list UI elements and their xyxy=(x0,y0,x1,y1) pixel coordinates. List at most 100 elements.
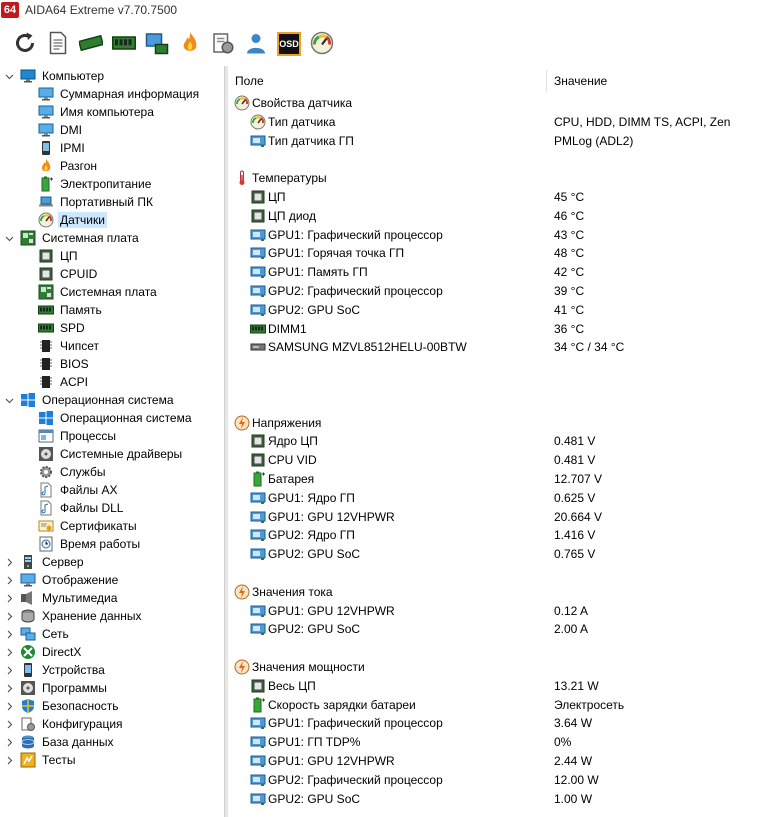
sensor-row[interactable]: GPU2: Графический процессор 39 °C xyxy=(250,282,750,300)
tree-item[interactable]: Портативный ПК xyxy=(38,193,155,211)
tree-item[interactable]: Датчики xyxy=(38,211,107,229)
tree-item[interactable]: Системные драйверы xyxy=(38,445,184,463)
tree-item[interactable]: Суммарная информация xyxy=(38,85,201,103)
tree-item[interactable]: Время работы xyxy=(38,535,142,553)
tree-item[interactable]: Имя компьютера xyxy=(38,103,156,121)
system-config-button[interactable] xyxy=(210,31,236,57)
sensor-group-header[interactable]: Свойства датчика xyxy=(234,94,352,112)
sensor-group-header[interactable]: Значения мощности xyxy=(234,658,365,676)
flame-button[interactable] xyxy=(177,31,203,57)
tree-item[interactable]: База данных xyxy=(4,733,115,751)
tree-item[interactable]: IPMI xyxy=(38,139,87,157)
sensor-detail-list[interactable]: Поле Значение Свойства датчика Тип датчик… xyxy=(228,66,759,817)
sensor-row[interactable]: GPU1: Ядро ГП 0.625 V xyxy=(250,489,750,507)
sensor-group-header[interactable]: Напряжения xyxy=(234,414,321,432)
navigation-tree[interactable]: Компьютер Суммарная информация Имя компьют… xyxy=(0,66,224,817)
tree-item[interactable]: Программы xyxy=(4,679,109,697)
expand-chevron-icon[interactable] xyxy=(4,661,14,679)
sensor-row[interactable]: GPU2: GPU SoC 41 °C xyxy=(250,301,750,319)
osd-button[interactable]: OSD xyxy=(276,31,302,57)
expand-chevron-icon[interactable] xyxy=(4,643,14,661)
sensor-row[interactable]: CPU VID 0.481 V xyxy=(250,451,750,469)
tree-item[interactable]: SPD xyxy=(38,319,87,337)
sensor-row[interactable]: GPU1: GPU 12VHPWR 0.12 A xyxy=(250,602,750,620)
refresh-button[interactable] xyxy=(12,31,38,57)
expand-chevron-icon[interactable] xyxy=(4,679,14,697)
tree-item[interactable]: Системная плата xyxy=(4,229,141,247)
sensor-row[interactable]: SAMSUNG MZVL8512HELU-00BTW 34 °C / 34 °C xyxy=(250,338,750,356)
tree-item[interactable]: CPUID xyxy=(38,265,99,283)
tree-item[interactable]: Файлы AX xyxy=(38,481,119,499)
memory-chip-button[interactable] xyxy=(111,31,137,57)
tree-item[interactable]: Службы xyxy=(38,463,107,481)
tree-item[interactable]: Тесты xyxy=(4,751,77,769)
expand-chevron-icon[interactable] xyxy=(4,733,14,751)
memory-module-button[interactable] xyxy=(78,31,104,57)
sensor-row[interactable]: GPU2: GPU SoC 2.00 A xyxy=(250,620,750,638)
tree-item[interactable]: Электропитание xyxy=(38,175,153,193)
tree-item[interactable]: Безопасность xyxy=(4,697,121,715)
tree-item[interactable]: ACPI xyxy=(38,373,90,391)
expand-chevron-icon[interactable] xyxy=(4,607,14,625)
network-audit-button[interactable] xyxy=(144,31,170,57)
expand-chevron-icon[interactable] xyxy=(4,715,14,733)
sensor-row[interactable]: Ядро ЦП 0.481 V xyxy=(250,432,750,450)
report-button[interactable] xyxy=(45,31,71,57)
sensor-row[interactable]: GPU1: ГП TDP% 0% xyxy=(250,733,750,751)
sensor-row[interactable]: ЦП 45 °C xyxy=(250,188,750,206)
sensor-group-header[interactable]: Значения тока xyxy=(234,583,333,601)
tree-item[interactable]: Операционная система xyxy=(4,391,176,409)
sensor-row[interactable]: Весь ЦП 13.21 W xyxy=(250,677,750,695)
sensor-row[interactable]: GPU1: Горячая точка ГП 48 °C xyxy=(250,244,750,262)
expand-chevron-icon[interactable] xyxy=(4,571,14,589)
expand-chevron-icon[interactable] xyxy=(4,697,14,715)
tree-item[interactable]: DMI xyxy=(38,121,84,139)
sensor-row[interactable]: Тип датчика CPU, HDD, DIMM TS, ACPI, Zen xyxy=(250,113,750,131)
column-header-field[interactable]: Поле xyxy=(235,72,264,90)
sensor-row[interactable]: GPU1: Графический процессор 3.64 W xyxy=(250,714,750,732)
tree-item[interactable]: BIOS xyxy=(38,355,91,373)
tree-item[interactable]: Сеть xyxy=(4,625,71,643)
expand-chevron-icon[interactable] xyxy=(4,553,14,571)
sensor-row[interactable]: Батарея 12.707 V xyxy=(250,470,750,488)
tree-item[interactable]: DirectX xyxy=(4,643,83,661)
tree-item[interactable]: Сервер xyxy=(4,553,86,571)
tree-item[interactable]: ЦП xyxy=(38,247,80,265)
tree-item[interactable]: Операционная система xyxy=(38,409,194,427)
gauge-button[interactable] xyxy=(309,31,335,57)
expand-chevron-icon[interactable] xyxy=(4,589,14,607)
tree-item[interactable]: Мультимедиа xyxy=(4,589,119,607)
tree-item[interactable]: Файлы DLL xyxy=(38,499,125,517)
sensor-row[interactable]: GPU1: GPU 12VHPWR 2.44 W xyxy=(250,752,750,770)
column-header-value[interactable]: Значение xyxy=(554,72,607,90)
sensor-row[interactable]: GPU2: GPU SoC 1.00 W xyxy=(250,790,750,808)
sensor-row[interactable]: ЦП диод 46 °C xyxy=(250,207,750,225)
collapse-chevron-icon[interactable] xyxy=(4,67,14,85)
sensor-row[interactable]: GPU2: Ядро ГП 1.416 V xyxy=(250,526,750,544)
collapse-chevron-icon[interactable] xyxy=(4,391,14,409)
tree-item[interactable]: Чипсет xyxy=(38,337,101,355)
sensor-row[interactable]: GPU1: Память ГП 42 °C xyxy=(250,263,750,281)
sensor-row[interactable]: GPU2: Графический процессор 12.00 W xyxy=(250,771,750,789)
collapse-chevron-icon[interactable] xyxy=(4,229,14,247)
tree-item[interactable]: Память xyxy=(38,301,104,319)
tree-item[interactable]: Компьютер xyxy=(4,67,106,85)
tree-item[interactable]: Системная плата xyxy=(38,283,159,301)
sensor-row[interactable]: GPU1: Графический процессор 43 °C xyxy=(250,226,750,244)
tree-item[interactable]: Устройства xyxy=(4,661,107,679)
tree-item[interactable]: Конфигурация xyxy=(4,715,125,733)
sensor-group-header[interactable]: Температуры xyxy=(234,169,327,187)
tree-item[interactable]: Разгон xyxy=(38,157,99,175)
expand-chevron-icon[interactable] xyxy=(4,625,14,643)
user-button[interactable] xyxy=(243,31,269,57)
tree-item[interactable]: Процессы xyxy=(38,427,118,445)
column-separator[interactable] xyxy=(546,70,547,92)
sensor-row[interactable]: Скорость зарядки батареи Электросеть xyxy=(250,696,750,714)
sensor-row[interactable]: GPU2: GPU SoC 0.765 V xyxy=(250,545,750,563)
sensor-row[interactable]: Тип датчика ГП PMLog (ADL2) xyxy=(250,132,750,150)
expand-chevron-icon[interactable] xyxy=(4,751,14,769)
tree-item[interactable]: Хранение данных xyxy=(4,607,144,625)
sensor-row[interactable]: DIMM1 36 °C xyxy=(250,320,750,338)
tree-item[interactable]: Сертификаты xyxy=(38,517,139,535)
tree-item[interactable]: Отображение xyxy=(4,571,120,589)
